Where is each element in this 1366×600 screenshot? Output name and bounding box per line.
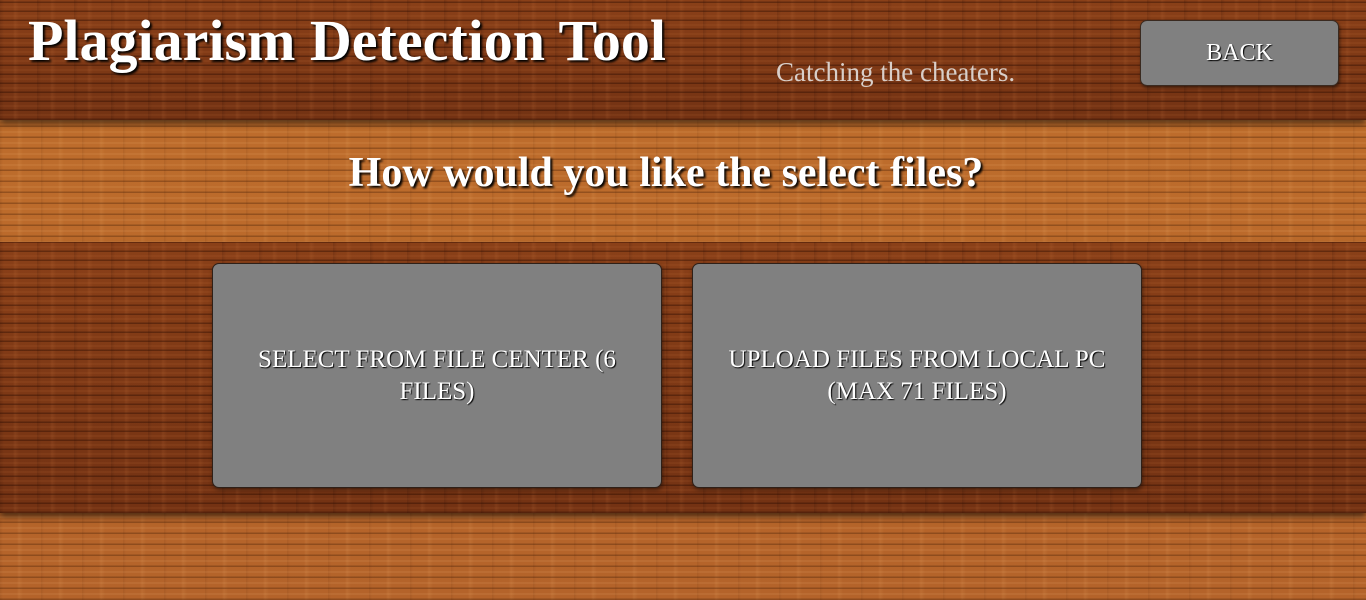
app-subtitle: Catching the cheaters. (776, 57, 1016, 87)
file-selection-prompt: How would you like the select files? (348, 150, 984, 196)
select-from-file-center-button[interactable]: SELECT FROM FILE CENTER (6 FILES) (212, 263, 662, 488)
back-button[interactable]: BACK (1140, 20, 1339, 86)
file-options-panel: SELECT FROM FILE CENTER (6 FILES) UPLOAD… (0, 242, 1366, 513)
upload-from-local-pc-button[interactable]: UPLOAD FILES FROM LOCAL PC (MAX 71 FILES… (692, 263, 1142, 488)
header-bar: Plagiarism Detection Tool Catching the c… (0, 0, 1366, 120)
app-title: Plagiarism Detection Tool (28, 8, 666, 73)
